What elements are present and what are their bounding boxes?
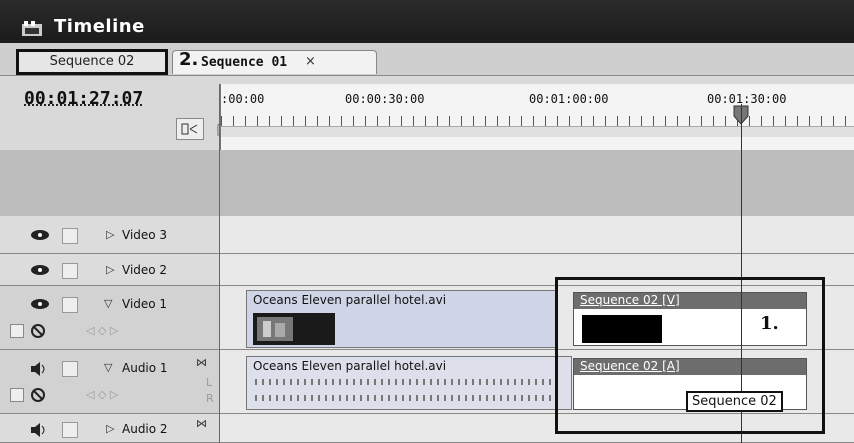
lock-toggle[interactable] — [62, 297, 78, 313]
track-name: Audio 2 — [122, 422, 168, 436]
work-area-bar[interactable] — [221, 126, 854, 137]
track-header-video-1: ▽ Video 1 ◁ ◇ ▷ — [0, 286, 219, 350]
track-header-video-3: ▷ Video 3 — [0, 216, 219, 254]
track-header-audio-1: ▽ Audio 1 ⋈ L R ◁ ◇ ▷ — [0, 350, 219, 414]
ruler-label: 00:01:00:00 — [529, 92, 609, 106]
clip-thumbnail — [253, 313, 335, 345]
waveform-right — [255, 395, 555, 401]
callout-1-label: 1. — [760, 313, 779, 334]
track-lane-video-3[interactable] — [220, 216, 854, 254]
lock-toggle[interactable] — [62, 263, 78, 279]
current-timecode[interactable]: 00:01:27:07 — [24, 88, 143, 109]
display-style-icon[interactable] — [10, 324, 24, 338]
lock-toggle[interactable] — [62, 361, 78, 377]
waveform-left — [255, 379, 555, 385]
track-name: Video 3 — [122, 228, 168, 242]
time-ruler[interactable]: :00:00 00:00:30:00 00:01:00:00 00:01:30:… — [220, 84, 854, 150]
window-title: Timeline — [54, 16, 145, 37]
tab-label: Sequence 01 — [201, 55, 288, 70]
audio-clip[interactable]: Oceans Eleven parallel hotel.avi — [246, 356, 572, 410]
timeline-empty-band — [0, 150, 854, 217]
ruler-label: :00:00 — [221, 92, 265, 106]
snap-button[interactable] — [176, 118, 204, 140]
keyframe-nav-icon[interactable]: ◁ ◇ ▷ — [86, 388, 118, 401]
tooltip: Sequence 02 — [686, 391, 783, 412]
tab-sequence-01[interactable]: 2. Sequence 01 × — [172, 49, 377, 74]
lock-toggle[interactable] — [62, 422, 78, 438]
eye-icon[interactable] — [30, 298, 50, 310]
track-name: Audio 1 — [122, 361, 168, 375]
lock-icon[interactable] — [30, 387, 46, 403]
ruler-label: 00:00:30:00 — [345, 92, 425, 106]
collapse-triangle-icon[interactable]: ▽ — [104, 297, 112, 310]
audio-link-icon: ⋈ — [196, 417, 207, 430]
video-clip[interactable]: Oceans Eleven parallel hotel.avi — [246, 290, 556, 348]
display-style-icon[interactable] — [10, 388, 24, 402]
expand-triangle-icon[interactable]: ▷ — [106, 422, 114, 435]
speaker-icon[interactable] — [30, 362, 48, 376]
collapse-triangle-icon[interactable]: ▽ — [104, 361, 112, 374]
expand-triangle-icon[interactable]: ▷ — [106, 263, 114, 276]
track-name: Video 2 — [122, 263, 168, 277]
callout-2-label: 2. — [179, 49, 199, 70]
title-bar: Timeline — [0, 0, 854, 43]
clip-title: Oceans Eleven parallel hotel.avi — [253, 359, 447, 373]
timeline-window: Timeline Sequence 02 2. Sequence 01 × 00… — [0, 0, 854, 443]
eye-icon[interactable] — [30, 229, 50, 241]
clip-title: Oceans Eleven parallel hotel.avi — [253, 293, 447, 307]
expand-triangle-icon[interactable]: ▷ — [106, 228, 114, 241]
eye-icon[interactable] — [30, 264, 50, 276]
track-name: Video 1 — [122, 297, 168, 311]
snap-icon — [181, 123, 198, 135]
timeline-panel-icon — [22, 21, 42, 36]
ruler-ticks — [221, 116, 854, 126]
audio-link-icon: ⋈ — [196, 356, 207, 369]
lock-toggle[interactable] — [62, 228, 78, 244]
header-divider — [219, 84, 220, 443]
speaker-icon[interactable] — [30, 423, 48, 437]
keyframe-nav-icon[interactable]: ◁ ◇ ▷ — [86, 324, 118, 337]
channel-label: R — [206, 392, 214, 405]
tab-sequence-02[interactable]: Sequence 02 — [16, 49, 168, 75]
lock-icon[interactable] — [30, 323, 46, 339]
close-icon[interactable]: × — [305, 54, 316, 69]
track-header-audio-2: ▷ Audio 2 ⋈ — [0, 414, 219, 443]
track-header-video-2: ▷ Video 2 — [0, 254, 219, 286]
channel-label: L — [206, 376, 213, 389]
